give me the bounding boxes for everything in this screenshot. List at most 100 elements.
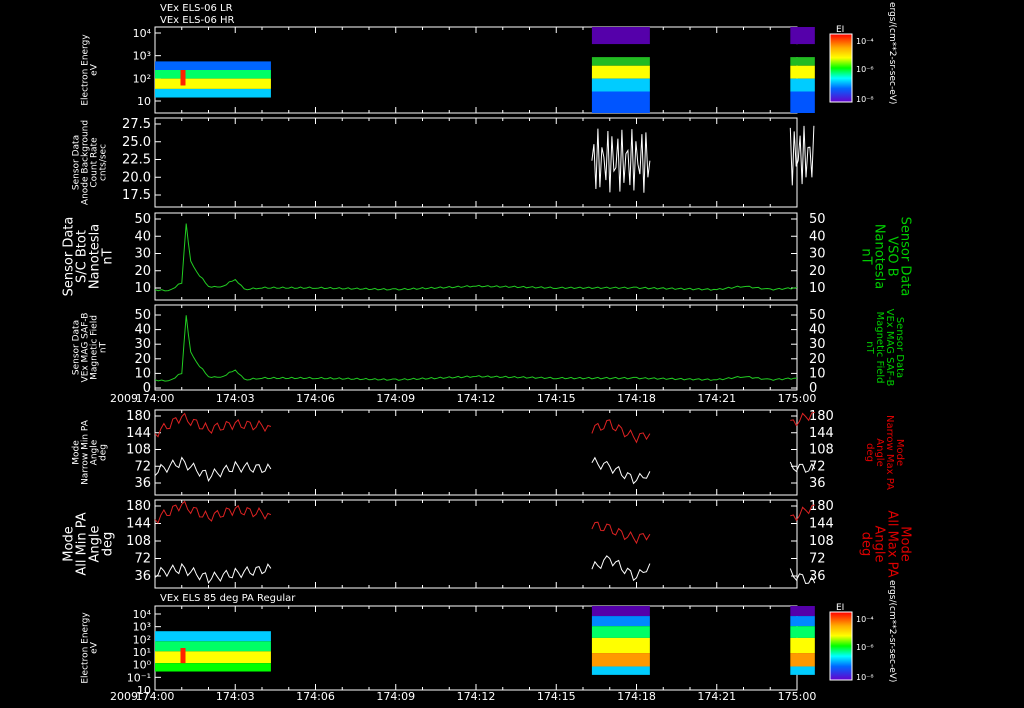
heatmap-band-1-2-2 (790, 57, 815, 66)
ylabel-5-3: deg (99, 444, 109, 461)
heatmap-band-1-1-5 (591, 91, 650, 113)
heatmap-band-1-0-2 (155, 70, 271, 79)
ytick-label-right-3-0: 50 (809, 212, 826, 227)
ytick-label-5-4: 36 (134, 476, 151, 491)
series-2-0 (591, 128, 651, 193)
ytick-label-2-2: 22.5 (122, 153, 151, 168)
panel-frame-3 (154, 212, 798, 301)
colorbar-bottom-tick-2: 10⁻⁸ (856, 673, 874, 682)
heatmap-band-1-1-4 (591, 78, 650, 92)
ytick-label-4-1: 40 (134, 323, 151, 338)
time-labels-mid-4: 174:12 (457, 392, 496, 405)
heatmap-band-7-1-5 (591, 666, 650, 675)
bottom-panel-title: VEx ELS 85 deg PA Regular (160, 593, 296, 604)
ylabel-6-3: deg (101, 532, 116, 557)
series-5-0 (154, 412, 272, 438)
heatmap-band-7-1-1 (591, 616, 650, 627)
heatmap-band-7-2-5 (790, 666, 815, 675)
ytick-label-6-1: 144 (126, 517, 151, 532)
ytick-label-right-3-1: 40 (809, 229, 826, 244)
ylabel-1-1: eV (90, 63, 100, 76)
time-labels-mid-8: 175:00 (778, 392, 817, 405)
time-labels-bottom-3: 174:09 (376, 690, 415, 703)
ytick-label-3-1: 40 (134, 229, 151, 244)
ytick-label-4-2: 30 (134, 337, 151, 352)
ytick-label-right-6-1: 144 (809, 517, 834, 532)
colorbar-top (829, 33, 853, 103)
colorbar-top-tick-1: 10⁻⁶ (856, 65, 874, 74)
colorbar-bottom-tick-1: 10⁻⁶ (856, 643, 874, 652)
ylabel-3-3: nT (101, 248, 116, 264)
heatmap-band-7-1-4 (591, 653, 650, 667)
time-labels-mid-6: 174:18 (617, 392, 656, 405)
heatmap-band-7-0-2 (155, 641, 271, 652)
ytick-label-1-0: 10⁴ (133, 27, 152, 40)
heatmap-band-7-2-4 (790, 653, 815, 667)
ylabel-2-3: cnts/sec (99, 144, 109, 181)
heatmap-band-7-0-1 (155, 631, 271, 642)
heatmap-band-1-2-5 (790, 91, 815, 113)
ytick-label-right-5-1: 144 (809, 426, 834, 441)
ylabel-4-3: nT (99, 341, 109, 353)
year-label-1: 2009 (110, 690, 138, 703)
ytick-label-2-1: 25.0 (122, 135, 151, 150)
ytick-label-6-2: 108 (126, 534, 151, 549)
heatmap-hotspot-1 (180, 70, 186, 86)
series-6-2 (591, 521, 651, 545)
ytick-label-7-0: 10⁴ (133, 608, 152, 621)
panel-frame-5 (154, 409, 798, 496)
heatmap-band-1-0-1 (155, 61, 271, 70)
time-labels-bottom-0: 174:00 (136, 690, 175, 703)
series-6-1 (154, 562, 272, 585)
panel-frame-2 (154, 117, 798, 208)
heatmap-band-1-2-0 (790, 27, 815, 45)
series-5-1 (154, 456, 272, 482)
time-labels-bottom-6: 174:18 (617, 690, 656, 703)
ytick-label-1-2: 10² (133, 72, 151, 85)
plot-canvas: VEx ELS-06 LR VEx ELS-06 HR VEx ELS 85 d… (62, 2, 913, 703)
colorbar-top-tick-0: 10⁻⁴ (856, 37, 874, 46)
colorbar-top-side-label: ergs/(cm**2-sr-sec-eV) (887, 2, 897, 104)
year-label-0: 2009 (110, 392, 138, 405)
time-labels-bottom-5: 174:15 (537, 690, 576, 703)
ytick-label-1-1: 10³ (133, 50, 151, 63)
ytick-label-7-2: 10² (133, 633, 151, 646)
heatmap-band-7-1-2 (591, 626, 650, 638)
header-line2: VEx ELS-06 HR (160, 15, 235, 26)
heatmap-band-7-1-0 (591, 606, 650, 617)
ylabel-right-3-3: nT (859, 248, 874, 264)
heatmap-band-7-2-1 (790, 616, 815, 627)
ytick-label-5-1: 144 (126, 426, 151, 441)
ytick-label-6-3: 72 (134, 552, 151, 567)
time-labels-bottom-4: 174:12 (457, 690, 496, 703)
time-labels-mid-5: 174:15 (537, 392, 576, 405)
ytick-label-2-0: 27.5 (122, 117, 151, 132)
colorbar-bottom (829, 611, 853, 681)
plot-stage: VEx ELS-06 LR VEx ELS-06 HR VEx ELS 85 d… (0, 0, 1024, 708)
ytick-label-right-6-0: 180 (809, 499, 834, 514)
ytick-label-right-4-2: 30 (809, 337, 826, 352)
ytick-label-7-5: 10⁻¹ (127, 671, 151, 684)
ytick-label-2-4: 17.5 (122, 188, 151, 203)
time-labels-mid-0: 174:00 (136, 392, 175, 405)
ytick-label-right-3-3: 20 (809, 264, 826, 279)
series-5-2 (591, 419, 651, 444)
colorbar-bottom-tick-0: 10⁻⁴ (856, 615, 874, 624)
ytick-label-7-3: 10¹ (133, 646, 151, 659)
heatmap-band-1-0-4 (155, 88, 271, 98)
ytick-label-right-3-4: 10 (809, 281, 826, 296)
ytick-label-6-4: 36 (134, 569, 151, 584)
heatmap-band-1-0-3 (155, 78, 271, 89)
series-5-3 (591, 456, 651, 485)
heatmap-band-1-2-1 (790, 44, 815, 58)
time-labels-mid-7: 174:21 (697, 392, 736, 405)
series-6-3 (591, 555, 651, 582)
time-labels-mid-1: 174:03 (216, 392, 255, 405)
ytick-label-right-3-2: 30 (809, 247, 826, 262)
heatmap-band-7-0-3 (155, 651, 271, 664)
time-labels-bottom-2: 174:06 (296, 690, 335, 703)
heatmap-band-1-1-1 (591, 44, 650, 58)
ytick-label-4-0: 50 (134, 308, 151, 323)
ytick-label-right-5-4: 36 (809, 476, 826, 491)
heatmap-band-7-0-4 (155, 663, 271, 672)
